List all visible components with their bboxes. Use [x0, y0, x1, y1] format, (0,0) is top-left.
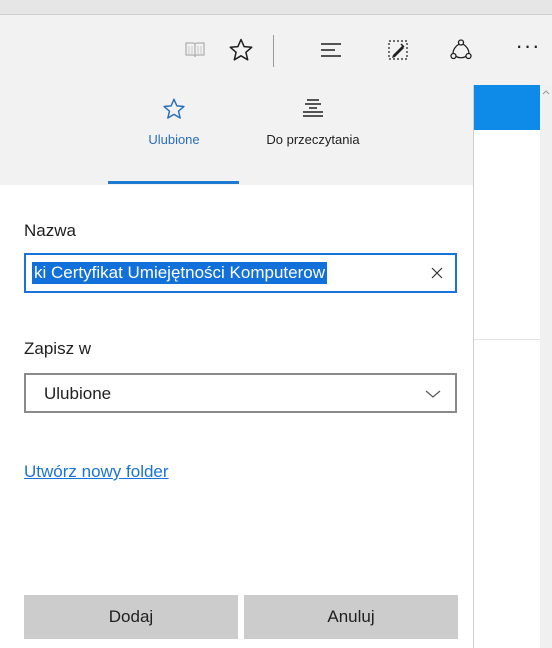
name-field-value: ki Certyfikat Umiejętności Komputerow: [32, 262, 327, 284]
clear-icon[interactable]: [427, 263, 447, 283]
save-in-value: Ulubione: [44, 384, 112, 403]
hub-icon[interactable]: [316, 35, 346, 65]
save-in-label: Zapisz w: [24, 339, 92, 358]
save-in-dropdown[interactable]: Ulubione: [24, 373, 457, 413]
name-label: Nazwa: [24, 221, 76, 240]
tab-favorites-label: Ulubione: [148, 132, 200, 147]
create-folder-link[interactable]: Utwórz nowy folder: [24, 462, 169, 482]
tab-favorites[interactable]: Ulubione: [108, 85, 240, 185]
name-field[interactable]: ki Certyfikat Umiejętności Komputerow: [24, 253, 457, 293]
scroll-up-icon[interactable]: [540, 85, 552, 99]
reading-list-icon: [303, 99, 323, 117]
more-label: ···: [515, 33, 541, 58]
tab-reading-list[interactable]: Do przeczytania: [242, 85, 384, 185]
chevron-down-icon: [425, 386, 441, 404]
tab-reading-list-label: Do przeczytania: [266, 132, 360, 147]
title-strip: [0, 0, 552, 14]
favorite-star-icon[interactable]: [226, 35, 256, 65]
active-tab-indicator: [108, 181, 239, 184]
hub-tab-bar: Ulubione Do przeczytania: [0, 85, 473, 185]
star-icon: [163, 98, 185, 119]
share-icon[interactable]: [446, 35, 476, 65]
cancel-button[interactable]: Anuluj: [244, 595, 458, 639]
name-field-text: ki Certyfikat Umiejętności Komputerow: [34, 263, 325, 282]
page-scrollbar[interactable]: [540, 85, 552, 648]
add-button[interactable]: Dodaj: [24, 595, 238, 639]
more-icon[interactable]: ···: [508, 35, 548, 65]
toolbar-separator: [273, 35, 274, 67]
hub-panel: Ulubione Do przeczytania Nazwa ki Certyf…: [0, 85, 474, 648]
web-note-icon[interactable]: [383, 35, 413, 65]
reading-view-icon[interactable]: [180, 35, 210, 65]
browser-toolbar: ···: [0, 15, 552, 85]
